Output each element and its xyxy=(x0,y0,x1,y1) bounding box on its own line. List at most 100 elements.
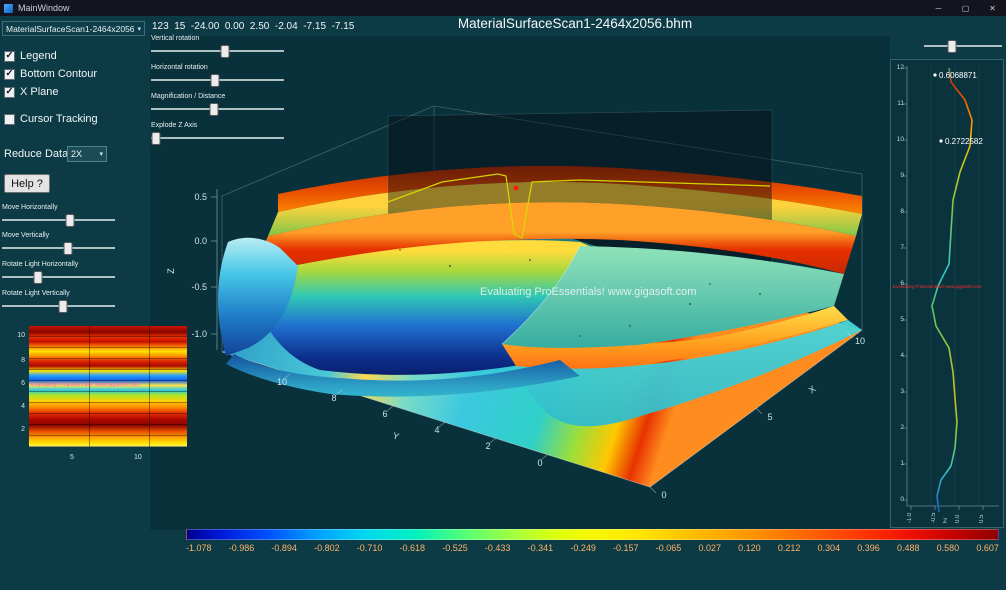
thumbnail-y-tick: 10 xyxy=(8,332,25,339)
z-tick-label: -1.0 xyxy=(191,329,207,339)
profile-z-tick: -1.0 xyxy=(907,505,913,523)
checkbox-label: Bottom Contour xyxy=(20,68,97,80)
slider-label: Magnification / Distance xyxy=(151,93,284,100)
vertical-rotation-slider[interactable] xyxy=(151,45,284,58)
slider-thumb[interactable] xyxy=(63,242,72,255)
thumbnail-y-tick: 4 xyxy=(8,403,25,410)
checkbox-bottom-contour[interactable]: ✓ Bottom Contour xyxy=(4,68,97,80)
checkbox-label: Legend xyxy=(20,50,57,62)
titlebar: MainWindow ─ ▢ ✕ xyxy=(0,0,1006,16)
minimize-icon[interactable]: ─ xyxy=(925,0,952,16)
colorbar-label: 0.212 xyxy=(778,543,801,553)
main-window: MainWindow ─ ▢ ✕ MaterialSurfaceScan1-24… xyxy=(0,0,1006,590)
y-tick-label: 0 xyxy=(537,458,542,468)
colorbar-label: -0.710 xyxy=(357,543,383,553)
chevron-down-icon: ▾ xyxy=(137,25,141,33)
y-tick-label: 10 xyxy=(277,377,287,387)
colorbar-label: 0.580 xyxy=(937,543,960,553)
slider-track xyxy=(2,276,115,278)
slider-track xyxy=(2,219,115,221)
profile-slider[interactable] xyxy=(924,40,1002,53)
colorbar-labels: -1.078-0.986-0.894-0.802-0.710-0.618-0.5… xyxy=(186,543,999,553)
checkbox-box[interactable]: ✓ xyxy=(4,87,15,98)
slider-thumb[interactable] xyxy=(948,40,957,53)
thumbnail-y-tick: 8 xyxy=(8,357,25,364)
thumbnail-plot: Evaluating ProEssentials! www.gigasoft.c… xyxy=(29,326,187,447)
help-button[interactable]: Help ? xyxy=(4,174,50,193)
slider-thumb[interactable] xyxy=(34,271,43,284)
z-tick-label: -0.5 xyxy=(191,282,207,292)
move-vertically-slider[interactable] xyxy=(2,242,115,255)
checkbox-x-plane[interactable]: ✓ X Plane xyxy=(4,86,59,98)
reduce-data-label: Reduce Data xyxy=(4,148,68,160)
checkbox-box[interactable]: ✓ xyxy=(4,51,15,62)
colorbar-label: 0.488 xyxy=(897,543,920,553)
rotate-light-vertically-slider[interactable] xyxy=(2,300,115,313)
checkbox-cursor-tracking[interactable]: Cursor Tracking xyxy=(4,113,98,125)
reduce-data-dropdown[interactable]: 2X ▾ xyxy=(67,146,107,162)
colorbar-label: -0.802 xyxy=(314,543,340,553)
chevron-down-icon: ▾ xyxy=(99,150,103,158)
thumbnail-watermark: Evaluating ProEssentials! www.gigasoft.c… xyxy=(31,382,185,388)
slider-thumb[interactable] xyxy=(59,300,68,313)
reduce-data-value: 2X xyxy=(71,149,82,159)
colorbar-label: 0.120 xyxy=(738,543,761,553)
slider-thumb[interactable] xyxy=(152,132,161,145)
x-tick-label: 0 xyxy=(661,490,666,500)
thumbnail-x-tick: 10 xyxy=(134,454,142,461)
horizontal-rotation-slider[interactable] xyxy=(151,74,284,87)
profile-z-tick: -0.5 xyxy=(931,505,937,523)
colorbar-label: -0.894 xyxy=(271,543,297,553)
colorbar-label: -0.341 xyxy=(528,543,554,553)
y-tick-label: 8 xyxy=(331,393,336,403)
colorbar-label: -1.078 xyxy=(186,543,212,553)
profile-chart-panel: 0.6068871 0.2722582 1211109876543210 -1.… xyxy=(890,59,1004,528)
thumbnail-y-tick: 6 xyxy=(8,380,25,387)
move-horizontally-slider[interactable] xyxy=(2,214,115,227)
explode-z-axis-slider[interactable] xyxy=(151,132,284,145)
chart-watermark: Evaluating ProEssentials! www.gigasoft.c… xyxy=(480,286,696,298)
profile-z-axis-label: Z xyxy=(943,518,947,525)
slider-track xyxy=(151,50,284,52)
colorbar-label: -0.249 xyxy=(570,543,596,553)
slider-track xyxy=(151,137,284,139)
colorbar-label: -0.618 xyxy=(400,543,426,553)
slider-thumb[interactable] xyxy=(65,214,74,227)
profile-z-ticks: -1.0-0.50.00.5 xyxy=(891,60,1003,527)
y-tick-label: 2 xyxy=(485,441,490,451)
app-icon xyxy=(4,4,13,13)
slider-thumb[interactable] xyxy=(221,45,230,58)
y-tick-label: 4 xyxy=(434,425,439,435)
slider-thumb[interactable] xyxy=(209,103,218,116)
close-icon[interactable]: ✕ xyxy=(979,0,1006,16)
slider-label: Move Horizontally xyxy=(2,204,115,211)
z-axis-label: Z xyxy=(166,268,176,274)
z-tick-label: 0.0 xyxy=(194,236,207,246)
slider-track xyxy=(924,45,1002,47)
slider-track xyxy=(2,247,115,249)
colorbar-label: 0.396 xyxy=(857,543,880,553)
slider-thumb[interactable] xyxy=(210,74,219,87)
slider-label: Rotate Light Horizontally xyxy=(2,261,115,268)
magnification-slider[interactable] xyxy=(151,103,284,116)
colorbar-gradient xyxy=(186,529,999,540)
contour-thumbnail-chart: Evaluating ProEssentials! www.gigasoft.c… xyxy=(8,324,189,463)
colorbar-legend: -1.078-0.986-0.894-0.802-0.710-0.618-0.5… xyxy=(186,529,999,553)
colorbar-label: 0.607 xyxy=(976,543,999,553)
profile-watermark: Evaluating ProEssentials! www.gigasoft.c… xyxy=(893,284,1001,289)
thumbnail-x-tick: 5 xyxy=(70,454,74,461)
checkbox-label: X Plane xyxy=(20,86,59,98)
checkbox-box[interactable]: ✓ xyxy=(4,69,15,80)
profile-z-tick: 0.5 xyxy=(979,505,985,523)
maximize-icon[interactable]: ▢ xyxy=(952,0,979,16)
file-select-dropdown[interactable]: MaterialSurfaceScan1-2464x2056.bhm ▾ xyxy=(2,21,145,36)
z-tick-label: 0.5 xyxy=(194,192,207,202)
checkbox-box[interactable] xyxy=(4,114,15,125)
colorbar-label: 0.304 xyxy=(818,543,841,553)
checkbox-legend[interactable]: ✓ Legend xyxy=(4,50,57,62)
slider-label: Horizontal rotation xyxy=(151,64,284,71)
window-controls: ─ ▢ ✕ xyxy=(925,0,1006,16)
rotate-light-horizontally-slider[interactable] xyxy=(2,271,115,284)
slider-label: Vertical rotation xyxy=(151,35,284,42)
colorbar-label: -0.433 xyxy=(485,543,511,553)
